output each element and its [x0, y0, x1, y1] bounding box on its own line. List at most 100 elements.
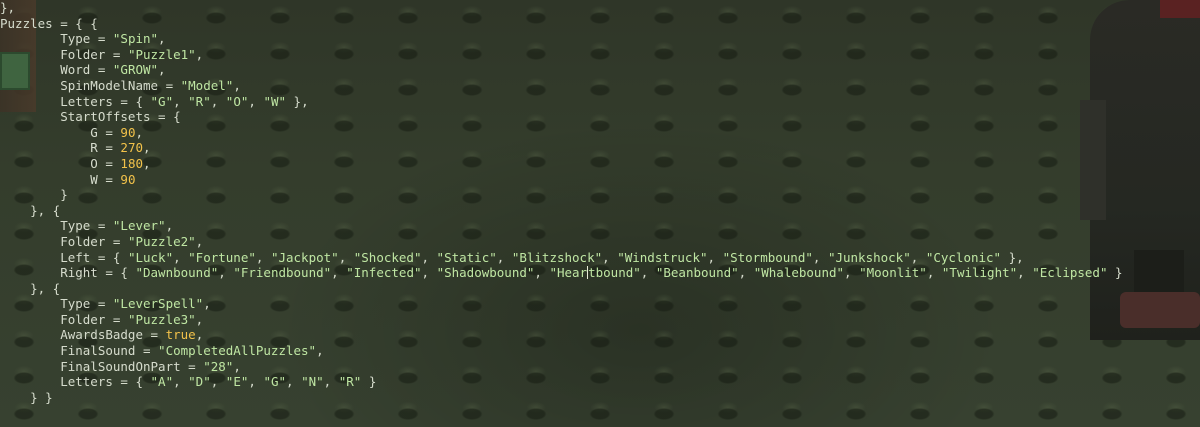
code-text: ,: [338, 249, 354, 265]
code-text: ,: [195, 233, 204, 249]
code-line: Type = "LeverSpell",: [0, 296, 1123, 312]
string-token: "G": [150, 93, 174, 109]
code-line: O = 180,: [0, 156, 1123, 172]
code-text: ,: [738, 265, 754, 281]
code-line: FinalSoundOnPart = "28",: [0, 359, 1123, 375]
code-text: },: [286, 93, 309, 109]
string-token: "Static": [436, 249, 497, 265]
code-text: Puzzles = { {: [0, 15, 98, 31]
string-token: "Luck": [127, 249, 174, 265]
code-text: },: [1001, 249, 1024, 265]
code-text: Folder =: [0, 311, 128, 327]
string-token: "G": [263, 374, 287, 390]
code-text: },: [0, 0, 16, 15]
string-token: "N": [301, 374, 324, 390]
code-text: ,: [143, 155, 151, 171]
string-token: "Spin": [112, 31, 159, 47]
string-token: "Dawnbound": [135, 265, 219, 281]
code-text: ,: [844, 265, 860, 281]
string-token: "Model": [180, 77, 234, 93]
string-token: "Junkshock": [827, 249, 911, 265]
code-text: ,: [910, 249, 926, 265]
code-text: W =: [0, 171, 121, 187]
code-text: ,: [331, 265, 347, 281]
code-line: Folder = "Puzzle3",: [0, 312, 1123, 328]
string-token: "O": [225, 93, 249, 109]
code-text: Type =: [0, 31, 113, 47]
code-text: ,: [210, 93, 226, 109]
number-token: 90: [120, 171, 136, 187]
string-token: "A": [150, 374, 174, 390]
string-token: "D": [188, 374, 211, 390]
code-line: Right = { "Dawnbound", "Friendbound", "I…: [0, 265, 1123, 281]
code-line: }, {: [0, 281, 1123, 297]
avatar-foot: [1120, 292, 1200, 328]
code-text: FinalSoundOnPart =: [0, 358, 204, 374]
string-token: "Blitzshock": [511, 249, 603, 265]
code-text: }: [0, 187, 68, 203]
code-line: Folder = "Puzzle1",: [0, 47, 1123, 63]
code-text: AwardsBadge =: [0, 327, 166, 343]
code-text: FinalSound =: [0, 343, 159, 359]
code-text: ,: [421, 249, 437, 265]
number-token: 270: [120, 140, 143, 156]
string-token: "Jackpot": [270, 249, 339, 265]
code-text: ,: [218, 265, 234, 281]
code-text: ,: [316, 343, 324, 359]
string-token: "E": [225, 374, 249, 390]
code-overlay: }, Puzzles = { { Type = "Spin", Folder = …: [0, 0, 1123, 405]
code-line: R = 270,: [0, 140, 1123, 156]
code-text: ,: [640, 265, 656, 281]
code-text: Folder =: [0, 46, 128, 62]
string-token: "Beanbound": [655, 265, 739, 281]
code-text: ,: [158, 31, 166, 47]
code-line: StartOffsets = {: [0, 109, 1123, 125]
code-line: SpinModelName = "Model",: [0, 78, 1123, 94]
code-line: Type = "Lever",: [0, 218, 1123, 234]
code-text: ,: [421, 265, 437, 281]
code-text: ,: [323, 374, 339, 390]
number-token: 90: [120, 124, 136, 140]
code-line: Type = "Spin",: [0, 31, 1123, 47]
string-token: "Windstruck": [617, 249, 708, 265]
code-text: Folder =: [0, 233, 128, 249]
code-line: Letters = { "A", "D", "E", "G", "N", "R"…: [0, 374, 1123, 390]
code-text: ,: [233, 77, 241, 93]
code-text: Left = {: [0, 249, 128, 265]
code-text: ,: [926, 265, 942, 281]
string-token: "Cyclonic": [925, 249, 1002, 265]
code-line: Puzzles = { {: [0, 16, 1123, 32]
code-text: ,: [248, 93, 264, 109]
string-token: "Hear: [549, 265, 588, 281]
code-line: }: [0, 187, 1123, 203]
string-token: "Whalebound": [753, 265, 845, 281]
code-text: }: [1107, 265, 1123, 281]
code-text: Type =: [0, 296, 113, 312]
code-text: ,: [602, 249, 618, 265]
code-text: Word =: [0, 62, 113, 78]
code-text: StartOffsets = {: [0, 109, 181, 125]
code-line: },: [0, 0, 1123, 16]
code-line: Letters = { "G", "R", "O", "W" },: [0, 94, 1123, 110]
code-text: ,: [534, 265, 550, 281]
code-text: Type =: [0, 218, 113, 234]
string-token: "Puzzle2": [127, 233, 196, 249]
code-line: FinalSound = "CompletedAllPuzzles",: [0, 343, 1123, 359]
string-token: "Puzzle3": [127, 311, 196, 327]
string-token: "GROW": [112, 62, 159, 78]
code-text: ,: [158, 62, 166, 78]
string-token: "LeverSpell": [112, 296, 204, 312]
code-line: Left = { "Luck", "Fortune", "Jackpot", "…: [0, 250, 1123, 266]
string-token: "Infected": [346, 265, 422, 281]
code-text: ,: [173, 249, 189, 265]
code-text: Letters = {: [0, 93, 151, 109]
string-token: "28": [203, 358, 234, 374]
string-token: tbound": [588, 265, 641, 281]
code-line: W = 90: [0, 172, 1123, 188]
code-text: ,: [195, 46, 204, 62]
code-line: G = 90,: [0, 125, 1123, 141]
string-token: "Lever": [112, 218, 166, 234]
code-text: ,: [255, 249, 271, 265]
code-line: AwardsBadge = true,: [0, 327, 1123, 343]
string-token: "Twilight": [941, 265, 1018, 281]
